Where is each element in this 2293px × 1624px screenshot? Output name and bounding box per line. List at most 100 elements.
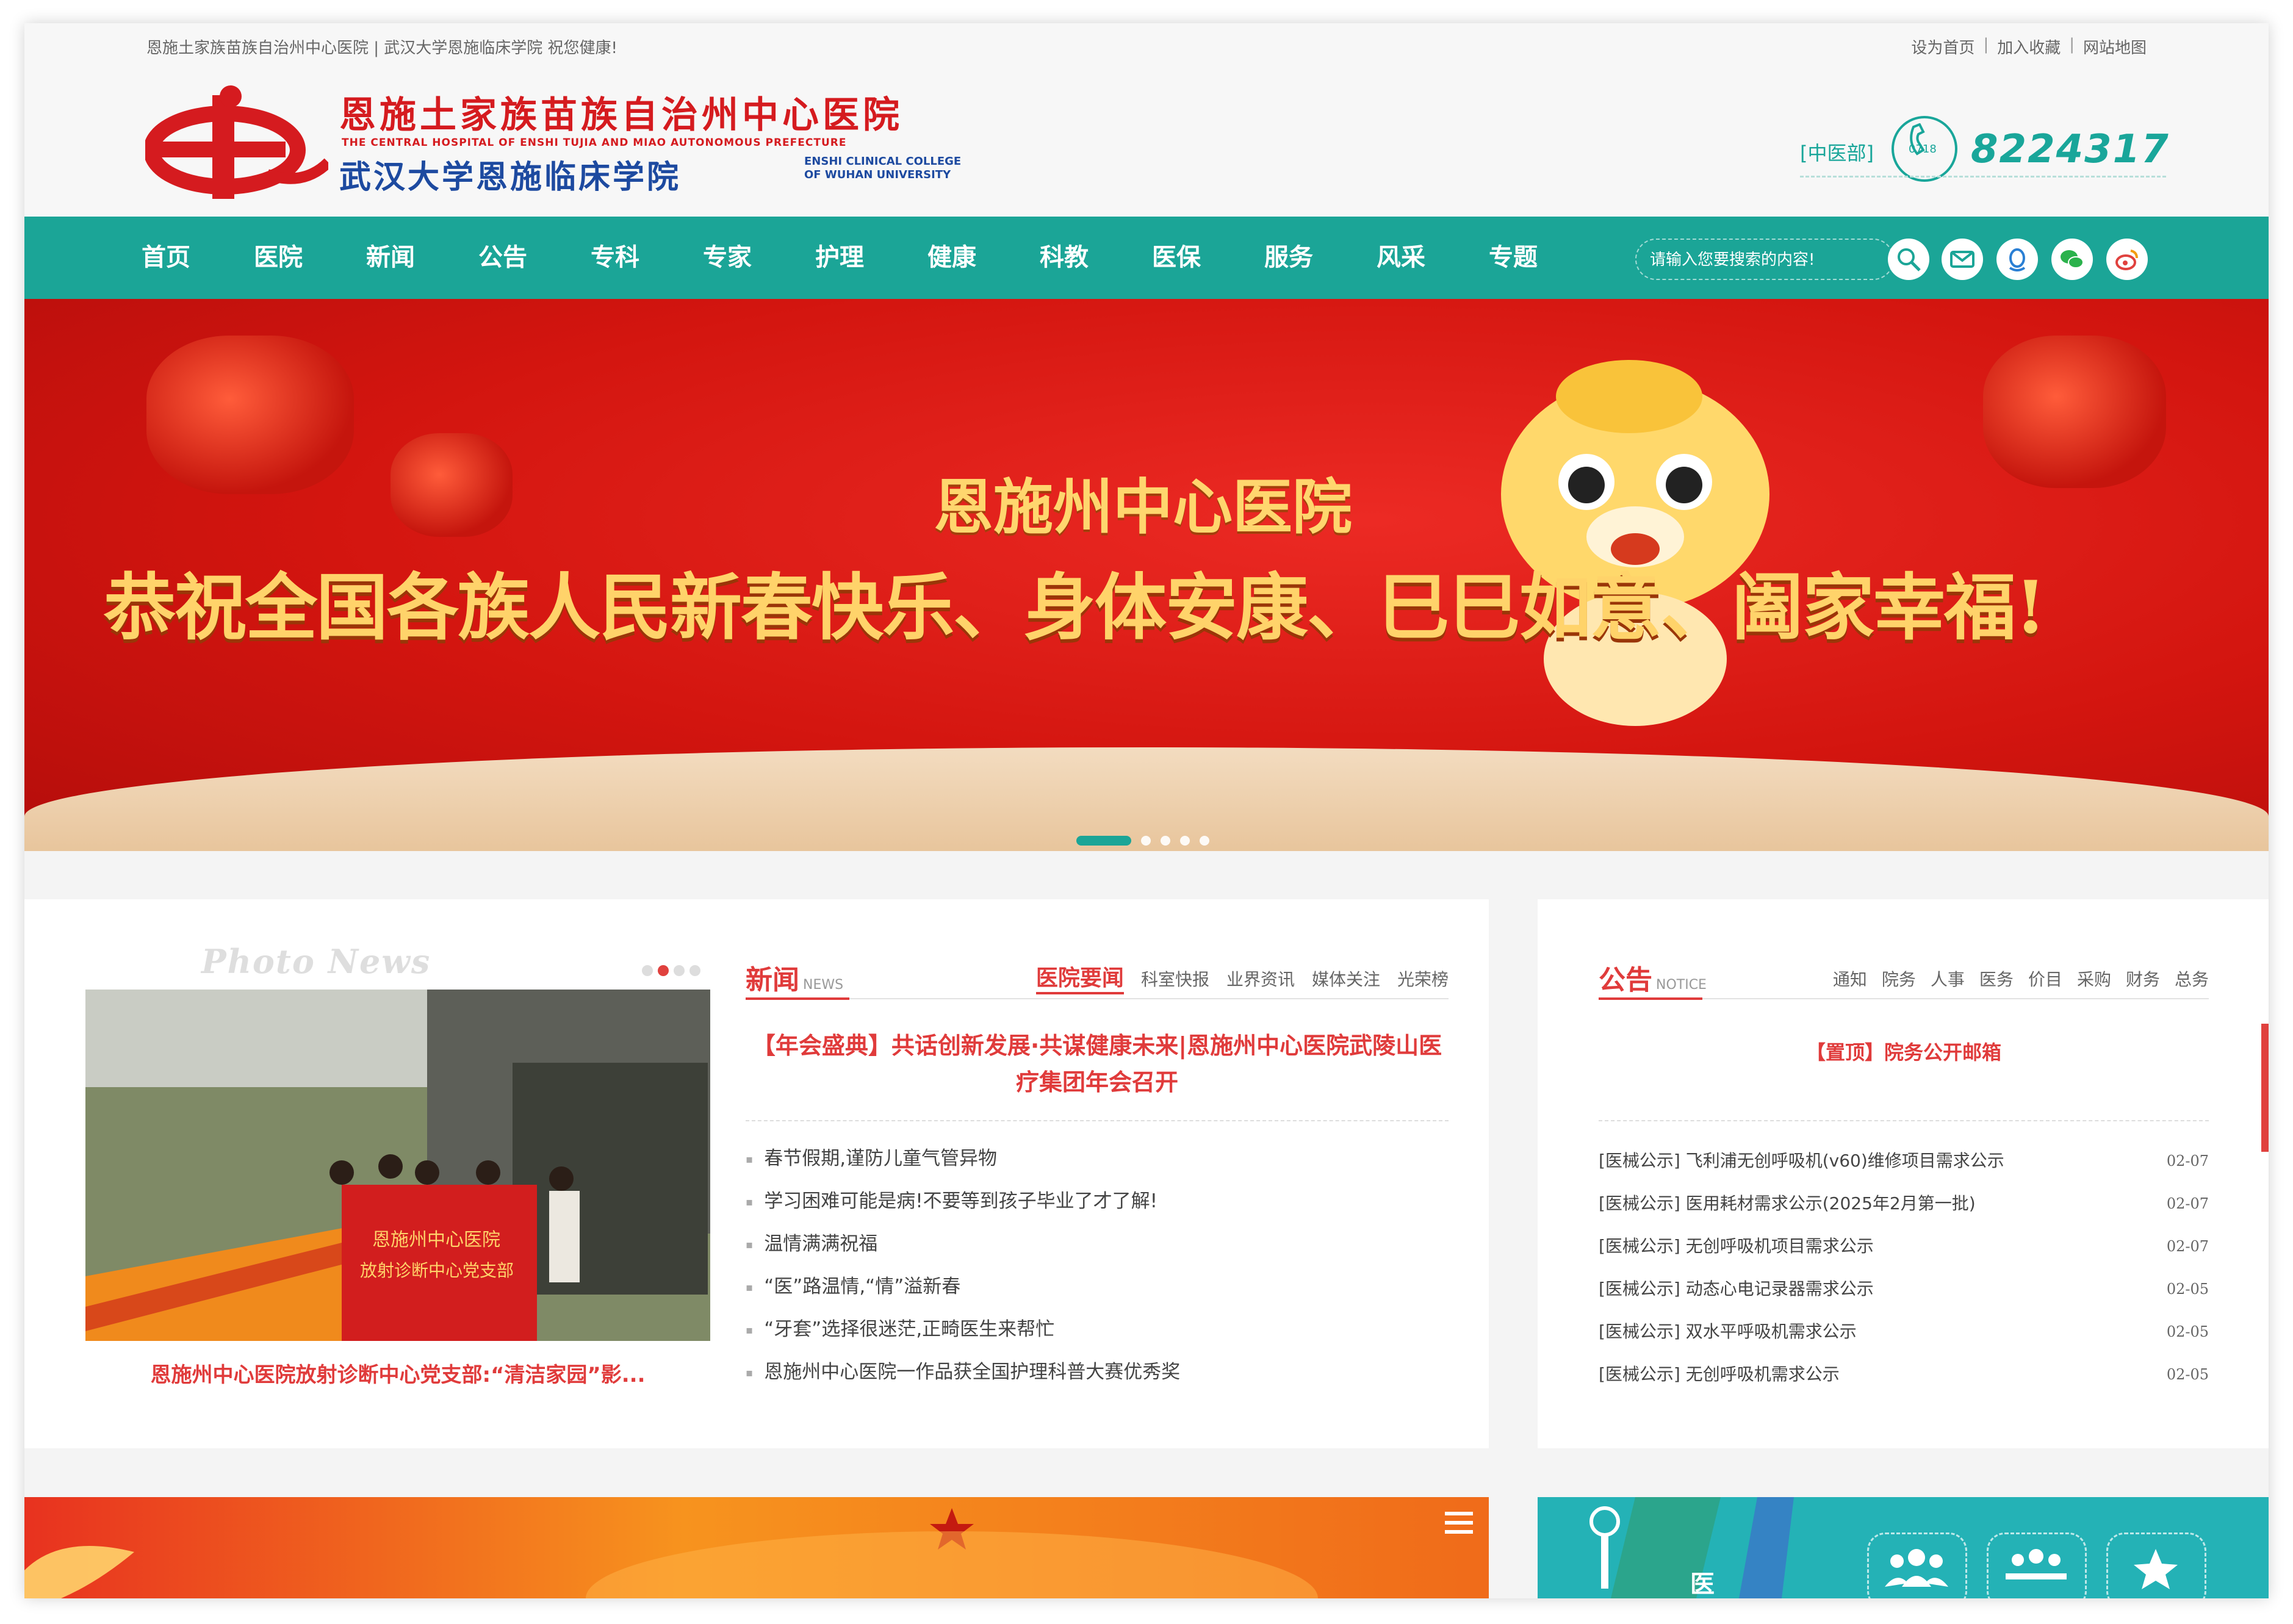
pinned-notice[interactable]: 【置顶】院务公开邮箱 <box>1599 1037 2209 1065</box>
carousel-dot[interactable] <box>1200 836 1209 846</box>
carousel-dot[interactable] <box>1076 836 1131 846</box>
nav-item-service[interactable]: 服务 <box>1264 217 1377 299</box>
notice-title-en: NOTICE <box>1656 977 1707 993</box>
team-button[interactable] <box>1987 1532 2087 1598</box>
menu-icon[interactable] <box>1444 1509 1474 1536</box>
party-building-banner[interactable] <box>24 1497 1489 1598</box>
carousel-dots <box>1076 836 1209 846</box>
tab-notice[interactable]: 通知 <box>1833 966 1867 991</box>
tab-procurement[interactable]: 采购 <box>2077 966 2111 991</box>
weibo-button[interactable] <box>2106 239 2148 280</box>
notice-date: 02-07 <box>2166 1152 2209 1169</box>
add-favorite-link[interactable]: 加入收藏 <box>1997 35 2061 58</box>
tab-industry-news[interactable]: 业界资讯 <box>1226 966 1295 994</box>
qq-button[interactable] <box>1996 239 2038 280</box>
news-panel: Photo News 恩施州中心医院 放射诊断中心党支部 恩施州中心医院放射诊断… <box>24 899 1489 1448</box>
meeting-icon <box>2006 1549 2067 1579</box>
tab-general[interactable]: 总务 <box>2175 966 2209 991</box>
photo-dots <box>642 965 700 976</box>
tab-finance[interactable]: 财务 <box>2126 966 2160 991</box>
notice-date: 02-07 <box>2166 1195 2209 1212</box>
hero-banner[interactable]: 恩施州中心医院 恭祝全国各族人民新春快乐、身体安康、巳巳如意、阖家幸福! <box>24 299 2269 851</box>
tab-affairs[interactable]: 院务 <box>1882 966 1916 991</box>
notice-item[interactable]: [医械公示] 双水平呼吸机需求公示 02-05 <box>1599 1310 2209 1353</box>
notice-item[interactable]: [医械公示] 飞利浦无创呼吸机(v60)维修项目需求公示 02-07 <box>1599 1140 2209 1182</box>
mail-button[interactable] <box>1942 239 1983 280</box>
divider <box>1800 176 2166 178</box>
search-button[interactable] <box>1888 239 1929 280</box>
tab-dept-news[interactable]: 科室快报 <box>1141 966 1209 994</box>
top-links: 设为首页 | 加入收藏 | 网站地图 <box>1911 35 2147 58</box>
tab-personnel[interactable]: 人事 <box>1931 966 1965 991</box>
tab-honor-roll[interactable]: 光荣榜 <box>1397 966 1449 994</box>
photo-dot[interactable] <box>689 965 700 976</box>
news-item[interactable]: 春节假期,谨防儿童气管异物 <box>746 1137 1447 1180</box>
nav-item-health[interactable]: 健康 <box>927 217 1040 299</box>
mail-icon <box>1950 251 1974 268</box>
photo-dot[interactable] <box>642 965 653 976</box>
group-photo: 恩施州中心医院 放射诊断中心党支部 <box>85 990 710 1341</box>
nav-item-specialty[interactable]: 专科 <box>591 217 703 299</box>
college-name-en: ENSHI CLINICAL COLLEGE OF WUHAN UNIVERSI… <box>804 155 961 182</box>
wechat-button[interactable] <box>2051 239 2093 280</box>
notice-text: [医械公示] 飞利浦无创呼吸机(v60)维修项目需求公示 <box>1599 1151 2004 1171</box>
notice-item[interactable]: [医械公示] 无创呼吸机需求公示 02-05 <box>1599 1353 2209 1396</box>
tab-prices[interactable]: 价目 <box>2028 966 2062 991</box>
snake-mascot-icon <box>1501 360 1769 726</box>
medical-logo-decoration <box>1589 1497 1794 1598</box>
carousel-dot[interactable] <box>1180 836 1190 846</box>
nav-item-hospital[interactable]: 医院 <box>254 217 366 299</box>
star-icon <box>2134 1549 2178 1589</box>
carousel-dot[interactable] <box>1161 836 1170 846</box>
search-input[interactable] <box>1649 246 1877 274</box>
qq-icon <box>2009 248 2026 271</box>
news-item[interactable]: 温情满满祝福 <box>746 1223 1447 1265</box>
tab-hospital-news[interactable]: 医院要闻 <box>1035 960 1124 994</box>
nav-item-insurance[interactable]: 医保 <box>1152 217 1264 299</box>
site-header: 恩施土家族苗族自治州中心医院 | 武汉大学恩施临床学院 祝您健康! 设为首页 |… <box>24 23 2269 217</box>
notice-date: 02-05 <box>2166 1281 2209 1298</box>
sitemap-link[interactable]: 网站地图 <box>2083 35 2147 58</box>
separator: | <box>2069 35 2075 54</box>
nav-item-nursing[interactable]: 护理 <box>815 217 927 299</box>
hotline-dept: [中医部] <box>1800 142 1874 165</box>
tab-medical[interactable]: 医务 <box>1979 966 2014 991</box>
hospital-logo[interactable]: 恩施土家族苗族自治州中心医院 THE CENTRAL HOSPITAL OF E… <box>145 83 961 217</box>
nav-item-notice[interactable]: 公告 <box>478 217 591 299</box>
photo-dot[interactable] <box>674 965 685 976</box>
photo-caption[interactable]: 恩施州中心医院放射诊断中心党支部:“清洁家园”影... <box>85 1358 710 1388</box>
news-item[interactable]: “医”路温情,“情”溢新春 <box>746 1265 1447 1308</box>
tab-media-news[interactable]: 媒体关注 <box>1312 966 1380 994</box>
patient-service-button[interactable] <box>1867 1532 1967 1598</box>
nav-item-experts[interactable]: 专家 <box>703 217 815 299</box>
news-headline[interactable]: 【年会盛典】共话创新发展·共谋健康未来|恩施州中心医院武陵山医疗集团年会召开 <box>746 1027 1449 1101</box>
nav-item-style[interactable]: 风采 <box>1377 217 1489 299</box>
nav-item-topics[interactable]: 专题 <box>1489 217 1601 299</box>
set-homepage-link[interactable]: 设为首页 <box>1911 35 1974 58</box>
nav-item-home[interactable]: 首页 <box>142 217 254 299</box>
notice-text: [医械公示] 动态心电记录器需求公示 <box>1599 1279 1874 1299</box>
search-icon <box>1898 248 1921 271</box>
favorite-button[interactable] <box>2106 1532 2206 1598</box>
welcome-text: 恩施土家族苗族自治州中心医院 | 武汉大学恩施临床学院 祝您健康! <box>146 39 617 57</box>
title-underline <box>746 997 849 1000</box>
quick-links-banner: 医 <box>1538 1497 2269 1598</box>
notice-item[interactable]: [医械公示] 动态心电记录器需求公示 02-05 <box>1599 1268 2209 1310</box>
nav-item-research[interactable]: 科教 <box>1040 217 1152 299</box>
lantern-decoration <box>146 336 354 494</box>
news-item[interactable]: “牙套”选择很迷茫,正畸医生来帮忙 <box>746 1308 1447 1351</box>
party-emblem-decoration <box>24 1508 1318 1598</box>
news-item[interactable]: 学习困难可能是病!不要等到孩子毕业了才了解! <box>746 1180 1447 1223</box>
news-item[interactable]: 恩施州中心医院一作品获全国护理科普大赛优秀奖 <box>746 1351 1447 1393</box>
notice-item[interactable]: [医械公示] 医用耗材需求公示(2025年2月第一批) 02-07 <box>1599 1182 2209 1225</box>
carousel-dot[interactable] <box>1141 836 1151 846</box>
photo-dot[interactable] <box>658 965 669 976</box>
news-list: 春节假期,谨防儿童气管异物 学习困难可能是病!不要等到孩子毕业了才了解! 温情满… <box>746 1137 1447 1393</box>
notice-item[interactable]: [医械公示] 无创呼吸机项目需求公示 02-07 <box>1599 1225 2209 1268</box>
nav-item-news[interactable]: 新闻 <box>366 217 478 299</box>
notice-text: [医械公示] 无创呼吸机需求公示 <box>1599 1364 1840 1384</box>
scroll-indicator[interactable] <box>2261 1024 2269 1152</box>
notice-date: 02-05 <box>2166 1323 2209 1340</box>
banner-subtitle: 恩施州中心医院 <box>934 472 1353 542</box>
photo-news-image[interactable]: 恩施州中心医院 放射诊断中心党支部 <box>85 990 710 1341</box>
